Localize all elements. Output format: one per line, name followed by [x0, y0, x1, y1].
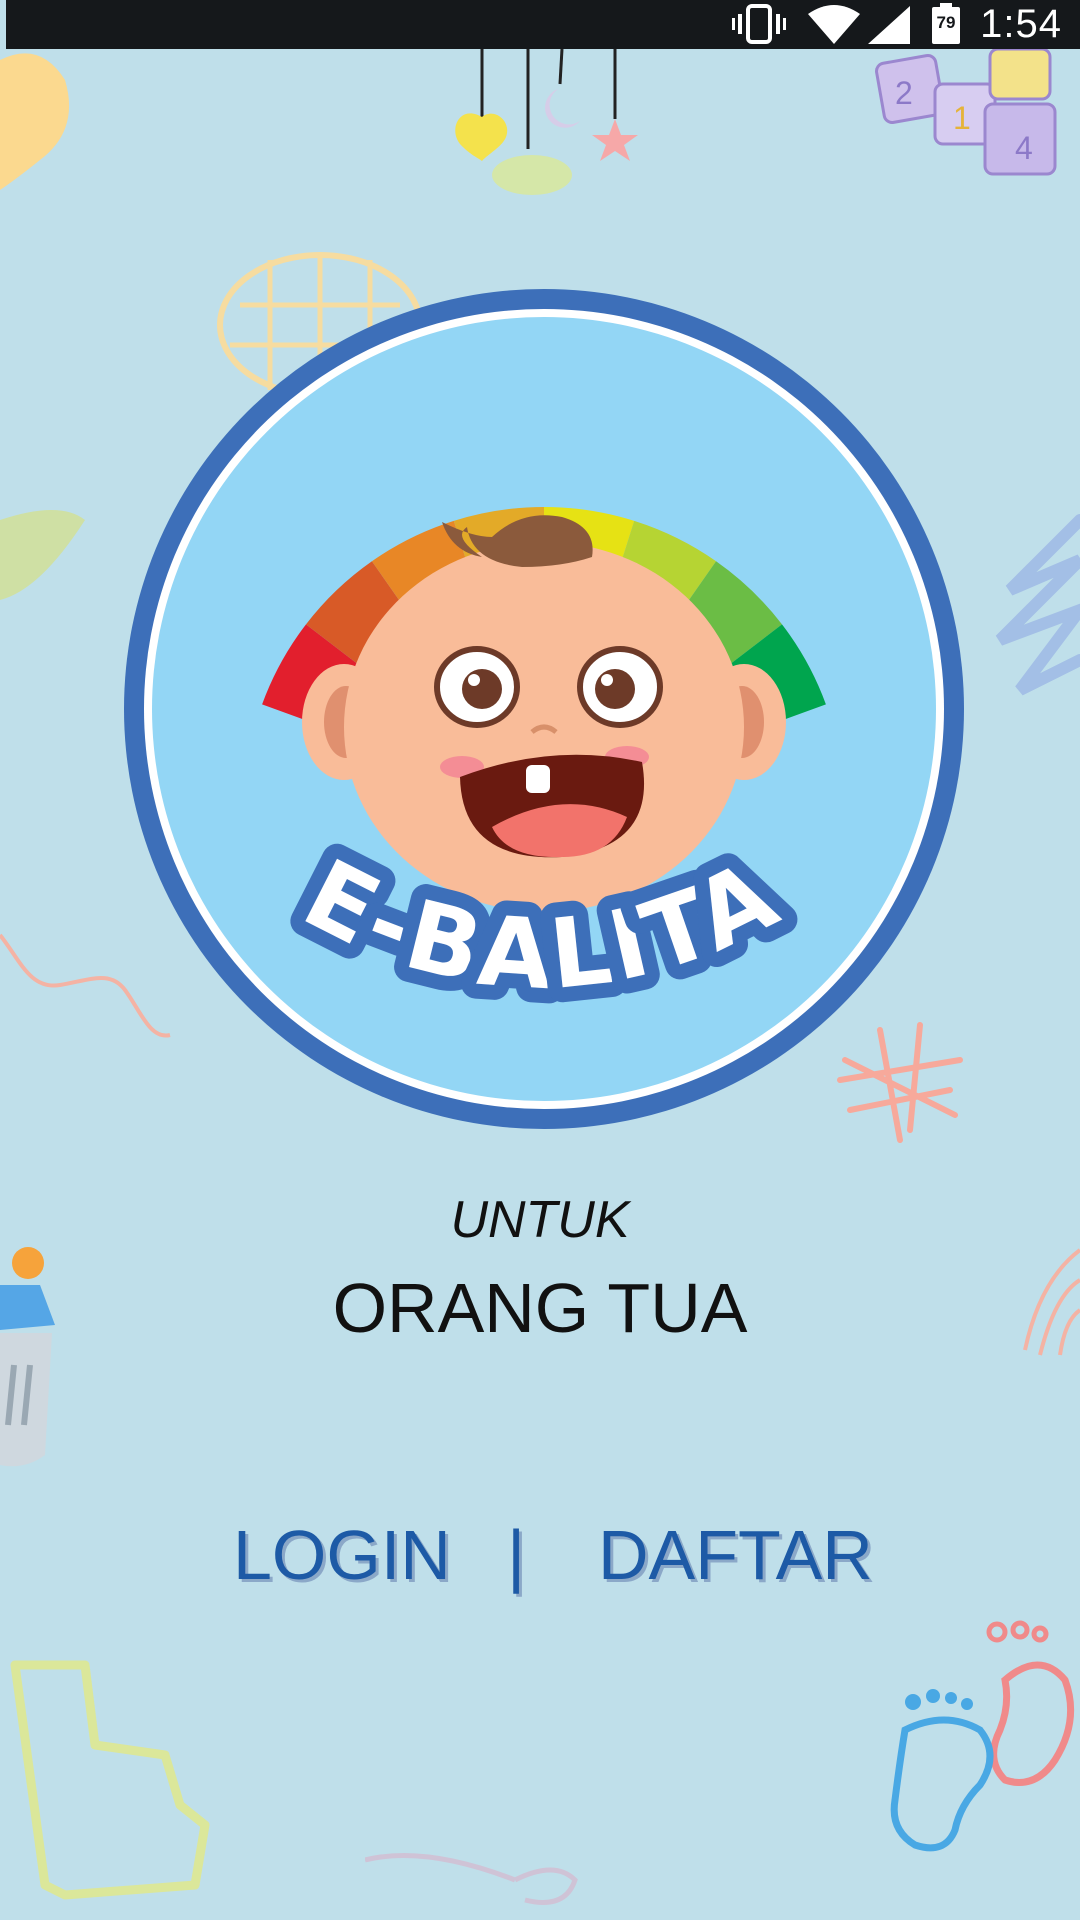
svg-text:1: 1: [953, 100, 971, 136]
leaf-decoration: [0, 510, 85, 600]
balloon-decoration: [0, 53, 70, 190]
baby-mobile-decoration: [455, 49, 638, 195]
rattle-decoration: [365, 1853, 578, 1905]
battery-icon: 79: [931, 3, 961, 45]
cell-signal-icon: [868, 6, 910, 44]
toy-blocks-decoration: 2 1 4: [875, 49, 1057, 176]
login-link[interactable]: LOGIN: [233, 1515, 451, 1595]
baby-feet-decoration: [890, 1620, 1075, 1852]
subtitle-text: UNTUK: [450, 1191, 630, 1249]
status-bar: 79 1:54: [6, 0, 1080, 49]
svg-text:4: 4: [1015, 130, 1033, 166]
scribble-decoration: [995, 514, 1080, 696]
register-link[interactable]: DAFTAR: [598, 1515, 873, 1595]
sock-decoration: [10, 1660, 210, 1900]
clock: 1:54: [980, 2, 1062, 46]
page-title: ORANG TUA: [332, 1269, 748, 1347]
e-balita-logo: E-BALITA: [124, 289, 964, 1129]
battery-level: 79: [936, 13, 956, 32]
auth-links: LOGIN | DAFTAR: [0, 1515, 1080, 1594]
svg-text:2: 2: [895, 75, 913, 111]
wifi-icon: [808, 5, 860, 44]
vibrate-icon: [732, 4, 786, 44]
link-separator: |: [507, 1516, 526, 1594]
